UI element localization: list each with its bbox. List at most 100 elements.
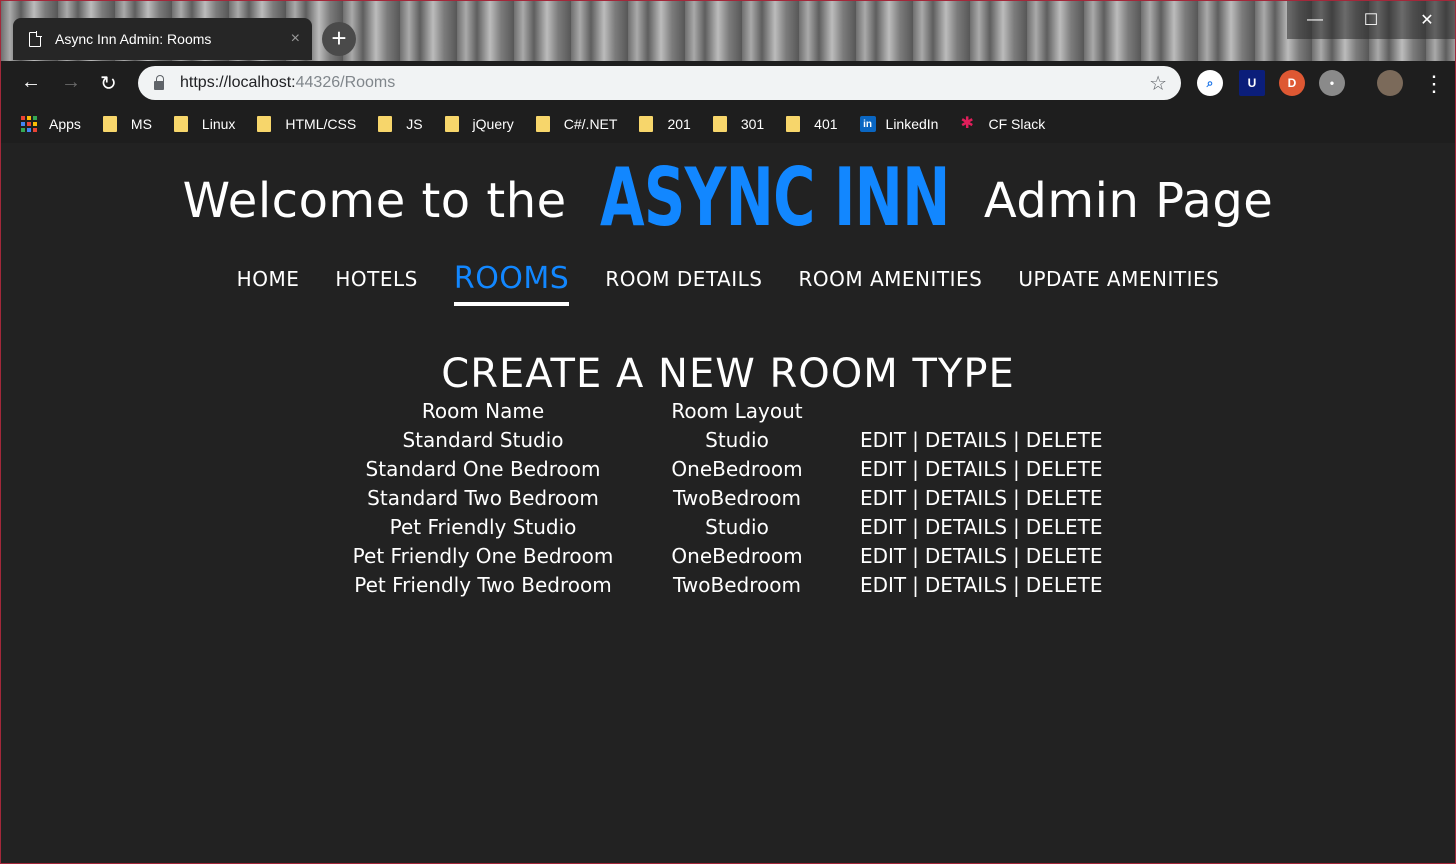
tampermonkey-extension-icon[interactable]: U [1239,70,1265,96]
separator: | [912,428,919,452]
details-link[interactable]: DETAILS [925,573,1007,597]
edit-link[interactable]: EDIT [860,515,906,539]
nav-room-details[interactable]: ROOM DETAILS [605,267,762,306]
room-layout-cell: OneBedroom [671,457,803,481]
room-layout-cell: TwoBedroom [673,573,801,597]
folder-icon [102,116,117,132]
bookmark-label: 201 [667,116,691,132]
delete-link[interactable]: DELETE [1026,573,1103,597]
slack-icon: ✱ [960,115,974,132]
column-header-room-name: Room Name [421,399,545,423]
extension-icon[interactable]: • [1319,70,1345,96]
folder-icon [535,116,550,132]
profile-avatar[interactable] [1377,70,1403,96]
row-actions: EDIT | DETAILS | DELETE [846,513,1106,542]
separator: | [1013,515,1020,539]
details-link[interactable]: DETAILS [925,457,1007,481]
forward-button[interactable]: → [61,71,81,94]
details-link[interactable]: DETAILS [925,428,1007,452]
row-actions: EDIT | DETAILS | DELETE [846,484,1106,513]
folder-icon [639,116,654,132]
details-link[interactable]: DETAILS [925,515,1007,539]
delete-link[interactable]: DELETE [1026,515,1103,539]
delete-link[interactable]: DELETE [1026,544,1103,568]
bookmark-label: Apps [49,116,81,132]
room-name-cell: Standard Studio [402,428,564,452]
maximize-button[interactable]: ☐ [1343,1,1399,39]
tab-close-icon[interactable]: × [291,30,300,48]
bookmark-cf-slack[interactable]: ✱ CF Slack [960,115,1045,133]
url-text[interactable]: https://localhost:44326/Rooms [180,74,1149,92]
welcome-prefix: Welcome to the [182,173,567,229]
row-actions: EDIT | DETAILS | DELETE [846,542,1106,571]
brand-logo-text: ASYNC INN [600,151,951,244]
welcome-suffix: Admin Page [983,173,1274,229]
bookmark-html-css[interactable]: HTML/CSS [257,116,356,132]
row-actions: EDIT | DETAILS | DELETE [846,426,1106,455]
browser-tab[interactable]: Async Inn Admin: Rooms × [13,18,312,60]
bookmark-jquery[interactable]: jQuery [444,116,514,132]
bookmark-201[interactable]: 201 [639,116,691,132]
table-row: Standard One Bedroom OneBedroom EDIT | DET… [338,455,1106,484]
nav-home[interactable]: HOME [237,267,300,306]
table-row: Pet Friendly Two Bedroom TwoBedroom EDIT… [338,571,1106,600]
column-header-room-layout: Room Layout [671,399,803,423]
details-link[interactable]: DETAILS [925,544,1007,568]
edit-link[interactable]: EDIT [860,457,906,481]
delete-link[interactable]: DELETE [1026,457,1103,481]
bookmark-label: 301 [740,116,765,132]
back-button[interactable]: ← [21,71,41,94]
room-name-cell: Pet Friendly Two Bedroom [354,573,612,597]
bookmark-ms[interactable]: MS [102,116,152,132]
folder-icon [173,116,188,132]
rooms-table: Room Name Room Layout Standard Studio St… [338,397,1106,600]
delete-link[interactable]: DELETE [1026,428,1103,452]
bookmark-js[interactable]: JS [378,116,423,132]
bookmark-linkedin[interactable]: in LinkedIn [859,116,939,132]
minimize-button[interactable]: — [1287,1,1343,39]
folder-icon [712,116,727,132]
bookmark-label: LinkedIn [885,116,939,132]
bookmark-301[interactable]: 301 [712,116,765,132]
address-bar[interactable]: https://localhost:44326/Rooms ☆ [138,66,1181,100]
room-layout-cell: OneBedroom [671,544,803,568]
nav-room-amenities[interactable]: ROOM AMENITIES [798,267,982,306]
edit-link[interactable]: EDIT [860,573,906,597]
room-layout-cell: Studio [705,515,769,539]
row-actions: EDIT | DETAILS | DELETE [846,571,1106,600]
nav-update-amenities[interactable]: UPDATE AMENITIES [1018,267,1219,306]
folder-icon [786,116,801,132]
new-tab-button[interactable]: + [322,22,356,56]
create-room-type-link[interactable]: CREATE A NEW ROOM TYPE [1,351,1455,397]
bookmark-csharp-dotnet[interactable]: C#/.NET [535,116,617,132]
bookmark-star-icon[interactable]: ☆ [1149,71,1167,95]
bookmark-401[interactable]: 401 [786,116,838,132]
lock-icon [154,74,164,90]
details-link[interactable]: DETAILS [925,486,1007,510]
bookmark-linux[interactable]: Linux [173,116,235,132]
search-extension-icon[interactable]: ⌕ [1197,70,1223,96]
edit-link[interactable]: EDIT [860,428,906,452]
table-row: Pet Friendly Studio Studio EDIT | DETAILS |… [338,513,1106,542]
table-row: Standard Two Bedroom TwoBedroom EDIT | DET… [338,484,1106,513]
delete-link[interactable]: DELETE [1026,486,1103,510]
edit-link[interactable]: EDIT [860,544,906,568]
nav-rooms[interactable]: ROOMS [453,261,570,306]
bookmark-apps[interactable]: Apps [21,116,81,132]
separator: | [1013,544,1020,568]
apps-grid-icon [21,116,37,132]
url-host: https://localhost: [180,74,296,91]
close-window-button[interactable]: ✕ [1399,1,1455,39]
bookmark-label: 401 [814,116,838,132]
title-bar: Async Inn Admin: Rooms × + — ☐ ✕ [1,1,1455,61]
duckduckgo-extension-icon[interactable]: D [1279,70,1305,96]
browser-menu-icon[interactable]: ⋮ [1423,71,1445,97]
nav-hotels[interactable]: HOTELS [335,267,417,306]
folder-icon [378,116,393,132]
reload-button[interactable]: ↻ [100,71,117,96]
room-name-cell: Pet Friendly Studio [389,515,577,539]
bookmarks-bar: Apps MS Linux HTML/CSS JS jQuery C#/.NET… [1,105,1455,143]
edit-link[interactable]: EDIT [860,486,906,510]
room-layout-cell: Studio [705,428,769,452]
separator: | [1013,428,1020,452]
